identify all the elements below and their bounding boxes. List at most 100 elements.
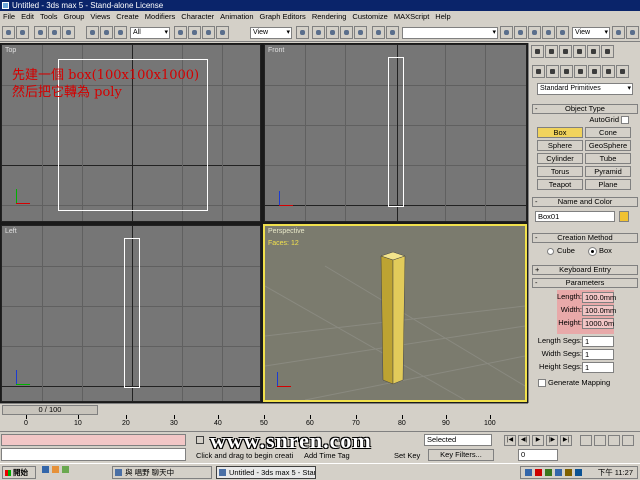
torus-button[interactable]: Torus: [537, 166, 583, 177]
go-to-start-icon[interactable]: |◀: [504, 435, 516, 446]
menu-maxscript[interactable]: MAXScript: [391, 11, 432, 23]
play-icon[interactable]: ▶: [532, 435, 544, 446]
teapot-button[interactable]: Teapot: [537, 179, 583, 190]
autogrid-checkbox[interactable]: [621, 116, 629, 124]
object-color-swatch[interactable]: [619, 211, 629, 222]
cameras-icon[interactable]: [574, 65, 587, 78]
viewport-top[interactable]: Top 先建一個 box(100x100x1000) 然后把它轉為 poly: [1, 44, 261, 222]
category-dropdown[interactable]: Standard Primitives: [537, 83, 633, 95]
menu-file[interactable]: File: [0, 11, 18, 23]
menu-edit[interactable]: Edit: [18, 11, 37, 23]
length-field[interactable]: 100.0mm: [582, 292, 616, 303]
tray-icon[interactable]: [545, 469, 552, 476]
key-filters-button[interactable]: Key Filters...: [428, 449, 494, 461]
menu-graph-editors[interactable]: Graph Editors: [257, 11, 309, 23]
reference-coord-dropdown[interactable]: View: [250, 27, 292, 39]
rotate-icon[interactable]: [188, 26, 201, 39]
shapes-icon[interactable]: [546, 65, 559, 78]
rollout-name-color[interactable]: - Name and Color: [532, 197, 638, 207]
pivot-icon[interactable]: [296, 26, 309, 39]
selection-filter-dropdown[interactable]: All: [130, 27, 170, 39]
cylinder-button[interactable]: Cylinder: [537, 153, 583, 164]
menu-rendering[interactable]: Rendering: [309, 11, 350, 23]
tray-icon[interactable]: [525, 469, 532, 476]
viewport-label[interactable]: Top: [5, 47, 16, 54]
menu-help[interactable]: Help: [432, 11, 453, 23]
pyramid-button[interactable]: Pyramid: [585, 166, 631, 177]
lights-icon[interactable]: [560, 65, 573, 78]
object-name-field[interactable]: Box01: [535, 211, 615, 222]
viewport-label[interactable]: Front: [268, 47, 284, 54]
tray-icon[interactable]: [575, 469, 582, 476]
region-select-icon[interactable]: [114, 26, 127, 39]
hierarchy-tab-icon[interactable]: [559, 45, 572, 58]
plane-button[interactable]: Plane: [585, 179, 631, 190]
percent-snap-icon[interactable]: [340, 26, 353, 39]
tray-icon[interactable]: [535, 469, 542, 476]
curve-editor-icon[interactable]: [528, 26, 541, 39]
cone-button[interactable]: Cone: [585, 127, 631, 138]
squash-icon[interactable]: [216, 26, 229, 39]
quick-launch-icon[interactable]: [52, 466, 59, 473]
quick-launch-icon[interactable]: [62, 466, 69, 473]
rollout-object-type[interactable]: - Object Type: [532, 104, 638, 114]
viewport-label[interactable]: Perspective: [268, 228, 305, 235]
menu-group[interactable]: Group: [61, 11, 88, 23]
maxscript-listener[interactable]: [1, 434, 186, 446]
rollout-creation-method[interactable]: - Creation Method: [532, 233, 638, 243]
move-icon[interactable]: [174, 26, 187, 39]
length-segs-field[interactable]: 1: [582, 336, 614, 347]
generate-mapping-checkbox[interactable]: [538, 379, 546, 387]
menu-animation[interactable]: Animation: [217, 11, 256, 23]
height-field[interactable]: 1000.0m: [582, 318, 614, 329]
rollout-keyboard-entry[interactable]: + Keyboard Entry: [532, 265, 638, 275]
box-radio[interactable]: [588, 247, 597, 256]
utilities-tab-icon[interactable]: [601, 45, 614, 58]
time-slider[interactable]: 0 / 100: [2, 405, 98, 415]
unlink-icon[interactable]: [48, 26, 61, 39]
taskbar-item-chat[interactable]: 與 唱野 聊天中: [112, 466, 212, 479]
spinner-snap-icon[interactable]: [354, 26, 367, 39]
menu-customize[interactable]: Customize: [349, 11, 390, 23]
quick-render-icon[interactable]: [612, 26, 625, 39]
menu-create[interactable]: Create: [113, 11, 142, 23]
helpers-icon[interactable]: [588, 65, 601, 78]
quick-launch-icon[interactable]: [42, 466, 49, 473]
taskbar-item-3dsmax[interactable]: Untitled - 3ds max 5 - Stan...: [216, 466, 316, 479]
mirror-icon[interactable]: [386, 26, 399, 39]
start-button[interactable]: 開始: [2, 466, 36, 479]
viewport-label[interactable]: Left: [5, 228, 17, 235]
align-icon[interactable]: [500, 26, 513, 39]
geosphere-button[interactable]: GeoSphere: [585, 140, 631, 151]
undo-icon[interactable]: [2, 26, 15, 39]
box-button[interactable]: Box: [537, 127, 583, 138]
select-by-name-icon[interactable]: [100, 26, 113, 39]
cube-radio[interactable]: [547, 248, 554, 255]
prev-frame-icon[interactable]: ◀|: [518, 435, 530, 446]
zoom-extents-icon[interactable]: [608, 435, 620, 446]
bind-icon[interactable]: [62, 26, 75, 39]
width-segs-field[interactable]: 1: [582, 349, 614, 360]
key-mode-dropdown[interactable]: Selected: [424, 434, 492, 446]
material-editor-icon[interactable]: [542, 26, 555, 39]
display-tab-icon[interactable]: [587, 45, 600, 58]
maxscript-mini-input[interactable]: [1, 448, 186, 461]
modify-tab-icon[interactable]: [545, 45, 558, 58]
named-selection-icon[interactable]: [372, 26, 385, 39]
snap-icon[interactable]: [312, 26, 325, 39]
menu-modifiers[interactable]: Modifiers: [142, 11, 178, 23]
render-last-icon[interactable]: [626, 26, 639, 39]
sphere-button[interactable]: Sphere: [537, 140, 583, 151]
zoom-all-icon[interactable]: [594, 435, 606, 446]
spacewarps-icon[interactable]: [602, 65, 615, 78]
zoom-icon[interactable]: [580, 435, 592, 446]
angle-snap-icon[interactable]: [326, 26, 339, 39]
rollout-parameters[interactable]: - Parameters: [532, 278, 638, 288]
height-segs-field[interactable]: 1: [582, 362, 614, 373]
render-scene-icon[interactable]: [556, 26, 569, 39]
go-to-end-icon[interactable]: ▶|: [560, 435, 572, 446]
select-icon[interactable]: [86, 26, 99, 39]
named-selection-sets-dropdown[interactable]: [402, 27, 498, 39]
scale-icon[interactable]: [202, 26, 215, 39]
tray-icon[interactable]: [555, 469, 562, 476]
